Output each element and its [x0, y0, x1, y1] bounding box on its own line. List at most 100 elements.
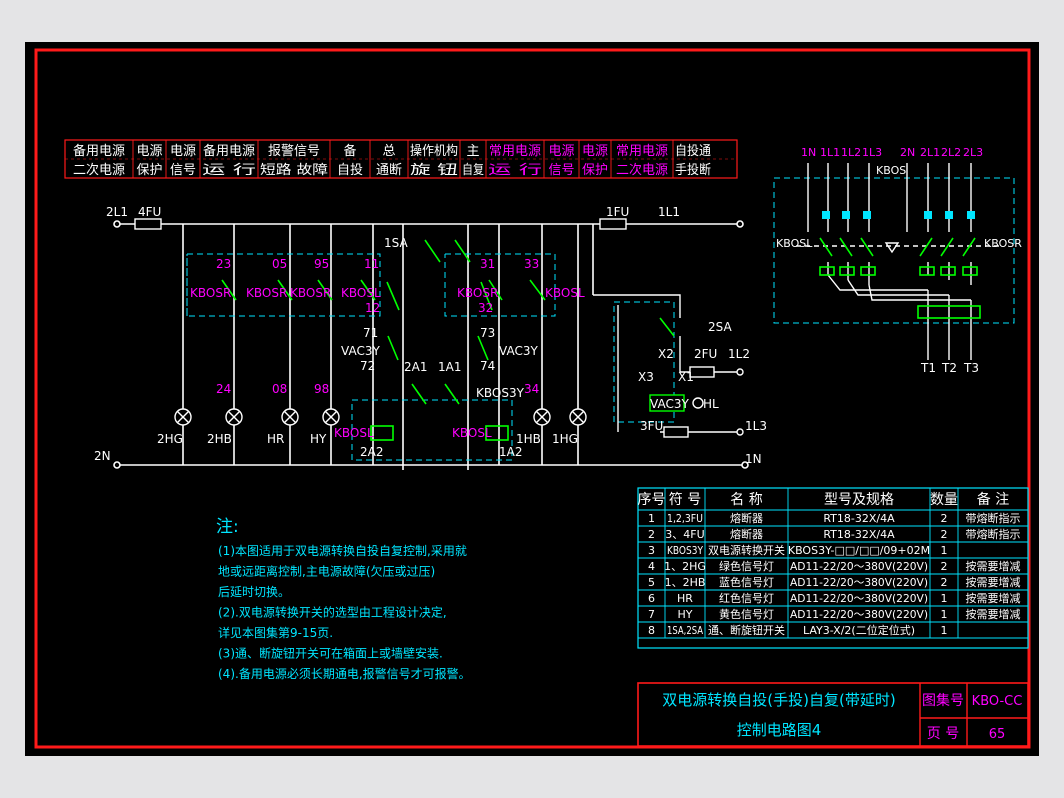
bom-header-1: 符 号	[669, 492, 701, 508]
header-cell-bottom-7: 旋 钮	[410, 163, 458, 178]
bom-cell-4-1: 1、2HB	[665, 576, 706, 589]
bom-cell-3-5: 按需要增减	[966, 559, 1021, 573]
header-cell-bottom-13: 手投断	[675, 162, 711, 178]
bom-cell-0-3: RT18-32X/4A	[823, 512, 895, 525]
label-11: 11	[364, 257, 379, 271]
header-cell-top-0: 备用电源	[73, 143, 125, 159]
power-label-2l3: 2L3	[963, 146, 983, 159]
bom-cell-5-5: 按需要增减	[966, 591, 1021, 605]
power-label-2n: 2N	[900, 146, 915, 159]
bom-header-0: 序号	[638, 492, 666, 508]
label-24: 24	[216, 382, 231, 396]
bom-cell-0-2: 熔断器	[730, 511, 763, 525]
label-2sa: 2SA	[708, 320, 732, 334]
label-2hg: 2HG	[157, 432, 183, 446]
power-label-1n: 1N	[801, 146, 816, 159]
bom-cell-7-3: LAY3-X/2(二位定位式)	[803, 623, 915, 637]
label-23: 23	[216, 257, 231, 271]
note-line-2: 后延时切换。	[218, 585, 290, 599]
bom-cell-4-4: 2	[941, 576, 948, 589]
label-95: 95	[314, 257, 329, 271]
power-label-2l1: 2L1	[920, 146, 940, 159]
bom-cell-2-1: KBOS3Y	[667, 544, 703, 557]
notes-title: 注:	[216, 517, 239, 537]
label-05: 05	[272, 257, 287, 271]
label-kbosr-1: KBOSR	[190, 286, 231, 300]
label-coil-right: KBOSL	[452, 426, 492, 440]
bom-cell-2-2: 双电源转换开关	[708, 543, 785, 557]
label-kbosr-4: KBOSR	[457, 286, 498, 300]
bom-cell-1-3: RT18-32X/4A	[823, 528, 895, 541]
header-cell-top-12: 常用电源	[616, 144, 668, 159]
bom-cell-5-4: 1	[941, 592, 948, 605]
bom-cell-0-0: 1	[648, 512, 655, 525]
label-33: 33	[524, 257, 539, 271]
label-98: 98	[314, 382, 329, 396]
bom-cell-6-5: 按需要增减	[966, 607, 1021, 621]
note-line-1: 地或远距离控制,主电源故障(欠压或过压)	[218, 564, 435, 579]
bom-cell-0-4: 2	[941, 512, 948, 525]
note-line-0: (1)本图适用于双电源转换自投自复控制,采用就	[218, 543, 467, 558]
header-cell-bottom-9: 运 行	[488, 163, 542, 178]
label-hr: HR	[267, 432, 284, 446]
header-cell-bottom-1: 保护	[137, 163, 163, 178]
header-cell-top-8: 主	[467, 144, 480, 159]
label-x1: X1	[678, 370, 694, 384]
header-cell-top-11: 电源	[582, 144, 608, 159]
power-label-1l2: 1L2	[841, 146, 861, 159]
bom-cell-4-0: 5	[648, 576, 655, 589]
fuse-4fu	[134, 218, 162, 230]
label-2hb: 2HB	[207, 432, 232, 446]
power-label-t2: T2	[941, 361, 957, 375]
label-kbos: KBOS	[876, 164, 906, 177]
power-label-1l1: 1L1	[820, 146, 840, 159]
label-vac3y: VAC3Y	[341, 344, 380, 358]
label-2n: 2N	[94, 449, 111, 463]
label-12: 12	[365, 301, 380, 315]
bom-cell-5-2: 红色信号灯	[719, 591, 774, 605]
bom-header-4: 数量	[930, 492, 958, 508]
indicator-lamps	[174, 408, 587, 426]
power-label-2l2: 2L2	[941, 146, 961, 159]
bom-cell-6-1: HY	[678, 608, 693, 621]
atlas-label: 图集号	[922, 692, 964, 709]
power-label-t3: T3	[963, 361, 979, 375]
label-kbosr-3: KBOSR	[290, 286, 331, 300]
label-1sa: 1SA	[384, 236, 408, 250]
label-kbos3y: KBOS3Y	[476, 386, 525, 400]
header-cell-top-5: 备	[344, 143, 357, 159]
drawing-title-line2: 控制电路图4	[737, 721, 822, 739]
bom-table: 序号符 号 名 称 型号及规格 数量 备 注 1 1,2,3FU 熔断器 RT18-32X/4A…	[637, 487, 1029, 649]
label-31: 31	[480, 257, 495, 271]
bom-cell-4-3: AD11-22/20～380V(220V)	[790, 576, 928, 589]
label-hl: HL	[703, 397, 719, 411]
label-vac3y-aux: VAC3Y	[650, 397, 689, 411]
power-label-1l3: 1L3	[862, 146, 882, 159]
label-1l3: 1L3	[745, 419, 767, 433]
note-line-3: (2).双电源转换开关的选型由工程设计决定,	[218, 605, 447, 620]
bom-cell-5-3: AD11-22/20～380V(220V)	[790, 592, 928, 605]
label-coil-left: KBOSL	[334, 426, 374, 440]
label-2l1: 2L1	[106, 205, 128, 219]
label-1hg: 1HG	[552, 432, 578, 446]
bom-cell-1-4: 2	[941, 528, 948, 541]
label-32: 32	[478, 301, 493, 315]
label-4fu: 4FU	[138, 205, 161, 219]
label-2a2: 2A2	[360, 445, 383, 459]
bom-cell-7-2: 通、断旋钮开关	[708, 623, 785, 637]
bom-cell-3-3: AD11-22/20～380V(220V)	[790, 560, 928, 573]
label-71: 71	[363, 326, 378, 340]
header-cell-top-2: 电源	[170, 144, 196, 159]
bom-cell-6-4: 1	[941, 608, 948, 621]
header-cell-top-4: 报警信号	[268, 143, 320, 159]
bom-cell-5-1: HR	[677, 592, 693, 605]
label-1l1: 1L1	[658, 205, 680, 219]
header-cell-bottom-11: 保护	[582, 163, 608, 178]
header-cell-top-6: 总	[383, 144, 396, 159]
relay-dashed-outline	[186, 253, 675, 461]
label-kbosr-power: KBOSR	[984, 237, 1022, 250]
bom-cell-3-2: 绿色信号灯	[719, 559, 774, 573]
bom-cell-3-1: 1、2HG	[664, 560, 706, 573]
label-kbosl-1: KBOSL	[341, 286, 381, 300]
bom-cell-0-5: 带熔断指示	[966, 511, 1021, 525]
